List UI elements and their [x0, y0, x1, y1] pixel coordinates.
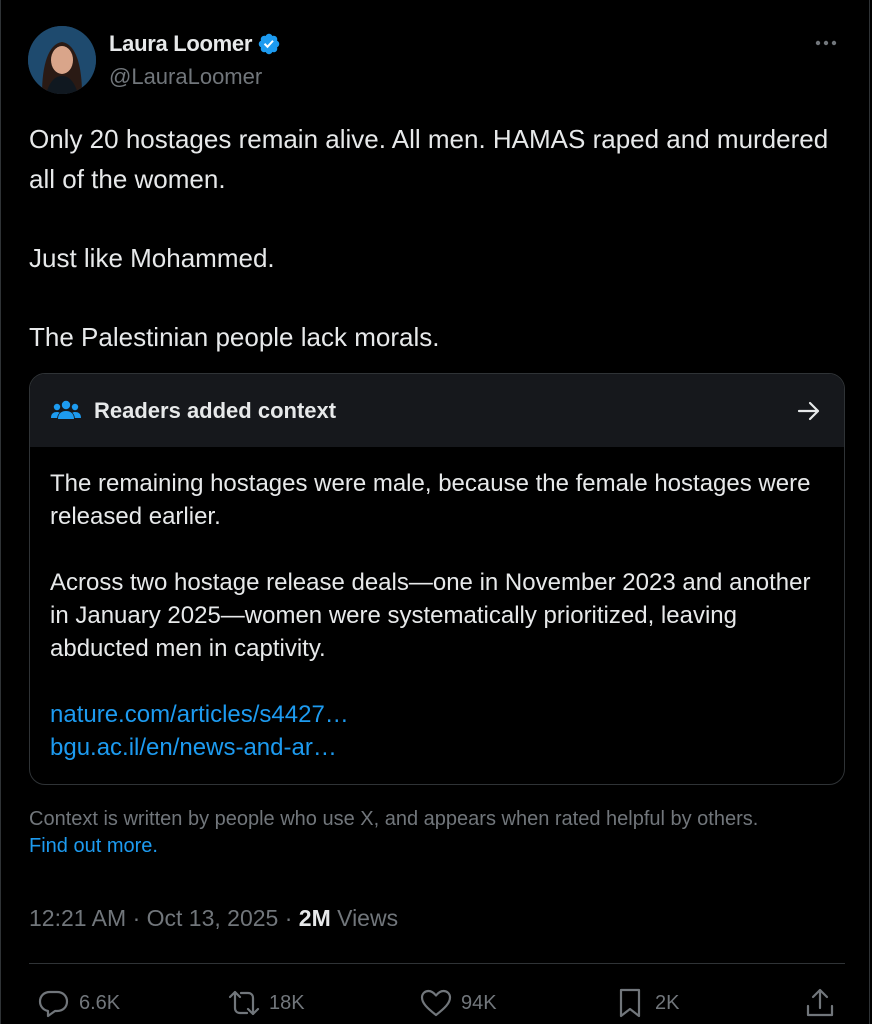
- repost-count: 18K: [269, 991, 305, 1014]
- author-handle[interactable]: @LauraLoomer: [109, 64, 262, 90]
- arrow-right-icon[interactable]: [796, 398, 822, 424]
- action-bar: 6.6K 18K 94K 2K: [1, 980, 872, 1024]
- tweet-paragraph: The Palestinian people lack morals.: [29, 322, 440, 352]
- views-count[interactable]: 2M: [299, 905, 331, 931]
- tweet-text: Only 20 hostages remain alive. All men. …: [29, 119, 829, 357]
- community-note-header[interactable]: Readers added context: [30, 374, 844, 447]
- tweet-paragraph: Only 20 hostages remain alive. All men. …: [29, 124, 829, 194]
- bookmark-button[interactable]: 2K: [613, 986, 679, 1020]
- share-icon: [806, 988, 834, 1017]
- like-button[interactable]: 94K: [419, 986, 497, 1020]
- reply-count: 6.6K: [79, 991, 121, 1014]
- separator: ·: [132, 905, 141, 931]
- share-button[interactable]: [803, 986, 837, 1020]
- separator: ·: [284, 905, 293, 931]
- like-count: 94K: [461, 991, 497, 1014]
- tweet-detail: Laura Loomer @LauraLoomer Only 20 hostag…: [0, 0, 870, 1024]
- reply-icon: [38, 990, 69, 1018]
- community-note-body: The remaining hostages were male, becaus…: [30, 447, 844, 764]
- author-name-row[interactable]: Laura Loomer: [109, 31, 281, 57]
- note-disclaimer: Context is written by people who use X, …: [29, 806, 849, 860]
- tweet-time[interactable]: 12:21 AM: [29, 905, 126, 931]
- tweet-date[interactable]: Oct 13, 2025: [147, 905, 279, 931]
- note-disclaimer-text: Context is written by people who use X, …: [29, 808, 759, 830]
- note-paragraph: The remaining hostages were male, becaus…: [50, 470, 811, 530]
- bookmark-icon: [619, 988, 641, 1018]
- views-label: Views: [337, 905, 399, 931]
- tweet-paragraph: Just like Mohammed.: [29, 243, 275, 273]
- note-paragraph: Across two hostage release deals—one in …: [50, 569, 811, 662]
- people-icon: [50, 395, 82, 427]
- note-source-link[interactable]: nature.com/articles/s4427…: [50, 698, 824, 731]
- more-options-icon[interactable]: [813, 30, 839, 56]
- reply-button[interactable]: 6.6K: [37, 986, 120, 1020]
- divider: [29, 963, 845, 964]
- heart-icon: [420, 989, 452, 1017]
- community-note-title: Readers added context: [94, 397, 337, 423]
- community-note: Readers added context The remaining host…: [29, 373, 845, 785]
- find-out-more-link[interactable]: Find out more.: [29, 835, 158, 857]
- repost-icon: [228, 990, 260, 1016]
- repost-button[interactable]: 18K: [227, 986, 305, 1020]
- note-source-link[interactable]: bgu.ac.il/en/news-and-ar…: [50, 731, 824, 764]
- author-display-name[interactable]: Laura Loomer: [109, 31, 252, 57]
- bookmark-count: 2K: [655, 991, 680, 1014]
- verified-badge-icon: [257, 32, 281, 56]
- avatar[interactable]: [28, 26, 96, 94]
- tweet-meta: 12:21 AM · Oct 13, 2025 · 2M Views: [29, 905, 398, 932]
